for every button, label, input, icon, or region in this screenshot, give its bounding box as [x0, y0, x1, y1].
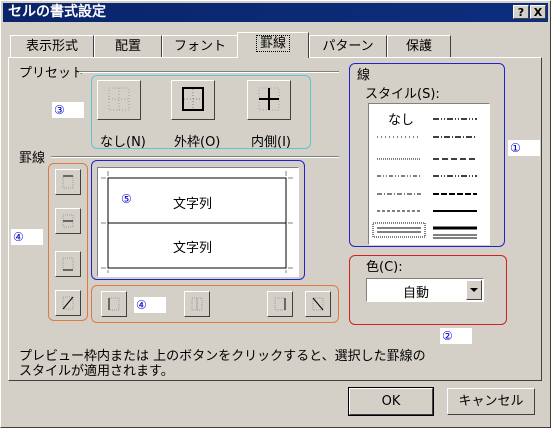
marker-2: ② — [440, 328, 472, 344]
preset-none-icon — [108, 87, 130, 111]
tab-alignment[interactable]: 配置 — [94, 35, 162, 57]
preview-text-top: 文字列 — [173, 197, 213, 212]
color-label: 色(C): — [366, 260, 403, 275]
marker-3: ③ — [52, 102, 84, 118]
line-group-label: 線 — [357, 68, 371, 83]
color-select-value: 自動 — [403, 286, 430, 301]
preset-outline-label: 外枠(O) — [174, 135, 221, 150]
tab-protection[interactable]: 保護 — [387, 35, 451, 57]
marker-1: ① — [508, 140, 540, 156]
ok-button[interactable]: OK — [348, 387, 434, 416]
border-top-icon — [62, 175, 74, 189]
border-diagonal-down-button[interactable] — [305, 291, 331, 317]
tab-font[interactable]: フォント — [162, 35, 238, 57]
border-group-label: 罫線 — [19, 151, 46, 166]
line-style-list[interactable]: なし — [368, 103, 490, 245]
border-bottom-button[interactable] — [55, 251, 81, 277]
border-right-button[interactable] — [267, 291, 293, 317]
tab-number-format[interactable]: 表示形式 — [10, 35, 94, 57]
border-middle-horizontal-button[interactable] — [55, 208, 81, 234]
border-middle-vertical-icon — [191, 297, 203, 311]
marker-4-bottom: ④ — [134, 297, 166, 313]
border-bottom-icon — [62, 257, 74, 271]
line-style-samples — [372, 118, 477, 239]
preset-none-label: なし(N) — [100, 135, 146, 150]
border-preview[interactable]: 文字列 文字列 — [97, 167, 299, 277]
preset-outline-button[interactable] — [171, 80, 215, 120]
presets-separator — [79, 71, 339, 73]
hint-line-2: スタイルが適用されます。 — [19, 364, 174, 379]
border-left-icon — [108, 297, 120, 311]
preview-grid — [101, 171, 293, 273]
preset-inside-icon — [258, 87, 280, 111]
marker-5: ⑤ — [121, 192, 132, 206]
close-button[interactable]: X — [530, 5, 546, 19]
border-diagonal-down-icon — [312, 297, 324, 311]
preset-outline-icon — [182, 87, 204, 111]
border-right-icon — [274, 297, 286, 311]
preset-none-button[interactable] — [97, 80, 141, 120]
border-diagonal-up-button[interactable] — [55, 290, 81, 316]
preset-inside-button[interactable] — [247, 80, 291, 120]
help-button[interactable]: ? — [513, 5, 529, 19]
tab-border[interactable]: 罫線 — [237, 32, 309, 58]
preview-text-bottom: 文字列 — [173, 241, 213, 256]
format-cells-dialog: セルの書式設定 ? X 表示形式 配置 フォント 罫線 パターン 保護 プリセッ… — [0, 0, 551, 428]
tab-patterns[interactable]: パターン — [309, 35, 387, 57]
line-style-label: スタイル(S): — [365, 87, 440, 102]
preset-inside-label: 内側(I) — [251, 135, 291, 150]
title-bar: セルの書式設定 ? X — [3, 3, 548, 22]
border-left-button[interactable] — [101, 291, 127, 317]
color-select-arrow[interactable] — [466, 280, 482, 300]
window-title: セルの書式設定 — [8, 4, 106, 20]
border-separator — [51, 156, 339, 158]
marker-4-left: ④ — [11, 229, 43, 245]
cancel-button[interactable]: キャンセル — [447, 388, 535, 415]
color-select[interactable]: 自動 — [366, 278, 484, 302]
border-middle-horizontal-icon — [62, 214, 74, 228]
bottom-border-buttons-highlight — [91, 285, 339, 323]
chevron-down-icon — [470, 288, 478, 292]
border-top-button[interactable] — [55, 169, 81, 195]
presets-group-label: プリセット — [19, 66, 85, 81]
border-diagonal-up-icon — [62, 296, 74, 310]
border-middle-vertical-button[interactable] — [184, 291, 210, 317]
